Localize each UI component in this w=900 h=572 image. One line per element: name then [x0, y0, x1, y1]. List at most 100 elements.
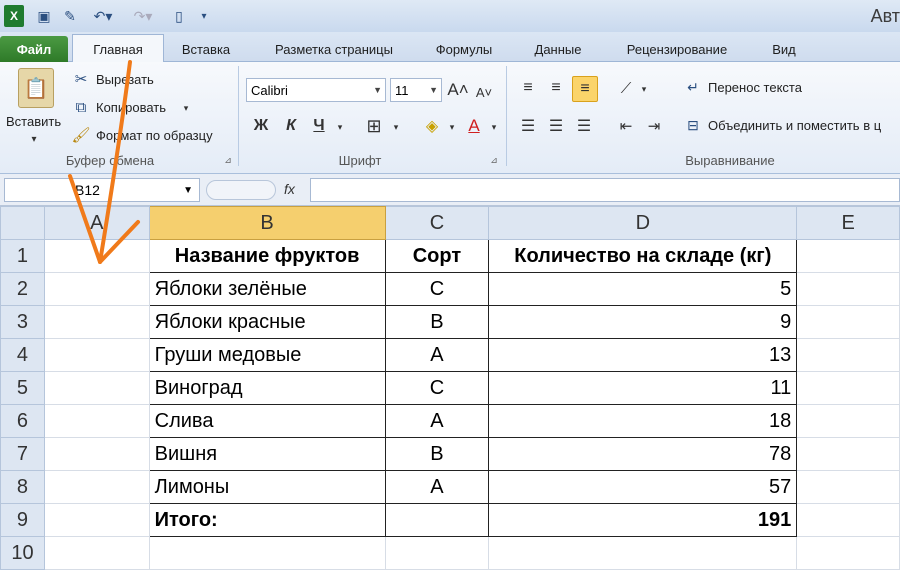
copy-button[interactable]: Копировать — [96, 100, 166, 115]
insert-function-icon[interactable]: fx — [284, 181, 295, 197]
underline-dropdown-icon[interactable]: ▾ — [334, 116, 346, 138]
underline-button[interactable]: Ч — [308, 114, 330, 138]
font-color-dropdown-icon[interactable]: ▾ — [488, 116, 500, 138]
row-header[interactable]: 1 — [0, 239, 45, 273]
cell-c7[interactable]: B — [384, 437, 490, 471]
cell-d3[interactable]: 9 — [488, 305, 798, 339]
cell-c3[interactable]: B — [384, 305, 490, 339]
cell-d4[interactable]: 13 — [488, 338, 798, 372]
tab-view[interactable]: Вид — [762, 36, 806, 62]
format-painter-icon[interactable]: 🖌 — [71, 126, 90, 144]
cell-a1[interactable] — [43, 239, 150, 273]
column-header-a[interactable]: A — [43, 206, 150, 240]
cell-d1[interactable]: Количество на складе (кг) — [488, 239, 798, 273]
decrease-indent-icon[interactable]: ⇤ — [614, 114, 638, 138]
dialog-launcher-icon[interactable]: ⊿ — [222, 154, 234, 166]
align-bottom-icon[interactable]: ≡ — [572, 76, 598, 102]
cell-c4[interactable]: A — [384, 338, 490, 372]
customize-toolbar-icon[interactable]: ▾ — [196, 5, 212, 27]
row-header[interactable]: 9 — [0, 503, 45, 537]
cell-e6[interactable] — [796, 404, 900, 438]
row-header[interactable]: 4 — [0, 338, 45, 372]
cell-b1[interactable]: Название фруктов — [148, 239, 386, 273]
cell-d2[interactable]: 5 — [488, 272, 798, 306]
align-left-icon[interactable]: ☰ — [516, 114, 540, 138]
cut-button[interactable]: Вырезать — [96, 72, 154, 87]
row-header[interactable]: 3 — [0, 305, 45, 339]
cell-a5[interactable] — [43, 371, 150, 405]
paste-dropdown-icon[interactable]: ▾ — [14, 132, 54, 146]
borders-icon[interactable]: ⊞ — [362, 114, 386, 138]
cell-b9[interactable]: Итого: — [148, 503, 386, 537]
cell-d8[interactable]: 57 — [488, 470, 798, 504]
column-header-c[interactable]: C — [384, 206, 490, 240]
cell-c6[interactable]: A — [384, 404, 490, 438]
tab-insert[interactable]: Вставка — [168, 36, 244, 62]
cell-d10[interactable] — [488, 536, 798, 570]
copy-dropdown-icon[interactable]: ▾ — [180, 100, 192, 116]
copy-icon[interactable]: ⧉ — [72, 98, 90, 116]
cell-c8[interactable]: A — [384, 470, 490, 504]
redo-icon[interactable]: ↷▾ — [130, 5, 156, 27]
cell-a6[interactable] — [43, 404, 150, 438]
cell-b2[interactable]: Яблоки зелёные — [148, 272, 386, 306]
cell-a7[interactable] — [43, 437, 150, 471]
cell-c2[interactable]: C — [384, 272, 490, 306]
cell-a8[interactable] — [43, 470, 150, 504]
cell-a4[interactable] — [43, 338, 150, 372]
cell-e5[interactable] — [796, 371, 900, 405]
tab-page-layout[interactable]: Разметка страницы — [258, 36, 410, 62]
align-right-icon[interactable]: ☰ — [572, 114, 596, 138]
cell-b5[interactable]: Виноград — [148, 371, 386, 405]
cell-c1[interactable]: Сорт — [384, 239, 490, 273]
formula-input[interactable] — [310, 178, 900, 202]
paste-button[interactable]: Вставить — [6, 114, 61, 129]
print-preview-icon[interactable]: ✎ — [60, 5, 80, 27]
cell-e3[interactable] — [796, 305, 900, 339]
cell-a3[interactable] — [43, 305, 150, 339]
row-header[interactable]: 10 — [0, 536, 45, 570]
tab-home[interactable]: Главная — [72, 34, 164, 63]
cell-e10[interactable] — [796, 536, 900, 570]
row-header[interactable]: 2 — [0, 272, 45, 306]
increase-indent-icon[interactable]: ⇥ — [642, 114, 666, 138]
cell-b6[interactable]: Слива — [148, 404, 386, 438]
orientation-dropdown-icon[interactable]: ▾ — [638, 78, 650, 100]
merge-center-button[interactable]: Объединить и поместить в ц — [708, 118, 900, 133]
cut-icon[interactable]: ✂ — [72, 70, 90, 88]
format-painter-button[interactable]: Формат по образцу — [96, 128, 213, 143]
font-size-combo[interactable]: 11 ▼ — [390, 78, 442, 102]
cell-b4[interactable]: Груши медовые — [148, 338, 386, 372]
font-color-icon[interactable]: A — [462, 114, 486, 138]
align-top-icon[interactable]: ≡ — [516, 76, 540, 100]
row-header[interactable]: 8 — [0, 470, 45, 504]
decrease-font-icon[interactable]: A˅ — [474, 80, 494, 104]
cell-d5[interactable]: 11 — [488, 371, 798, 405]
cell-c10[interactable] — [384, 536, 490, 570]
column-header-e[interactable]: E — [796, 206, 900, 240]
increase-font-icon[interactable]: A˄ — [447, 78, 468, 102]
cell-b10[interactable] — [148, 536, 386, 570]
cell-e2[interactable] — [796, 272, 900, 306]
cell-c9[interactable] — [384, 503, 490, 537]
undo-icon[interactable]: ↶▾ — [90, 5, 116, 27]
row-header[interactable]: 6 — [0, 404, 45, 438]
chevron-down-icon[interactable]: ▼ — [183, 185, 193, 196]
cell-e7[interactable] — [796, 437, 900, 471]
save-icon[interactable]: ▣ — [34, 5, 54, 27]
align-middle-icon[interactable]: ≡ — [544, 76, 568, 100]
wrap-text-icon[interactable]: ↵ — [682, 76, 704, 98]
cell-b7[interactable]: Вишня — [148, 437, 386, 471]
cell-e1[interactable] — [796, 239, 900, 273]
cell-e8[interactable] — [796, 470, 900, 504]
row-header[interactable]: 7 — [0, 437, 45, 471]
cell-a10[interactable] — [43, 536, 150, 570]
cell-d9[interactable]: 191 — [488, 503, 798, 537]
text-orientation-icon[interactable]: ⟋ — [614, 76, 638, 100]
tab-file[interactable]: Файл — [0, 36, 68, 62]
name-box[interactable]: B12 ▼ — [4, 178, 200, 202]
paste-icon[interactable]: 📋 — [18, 68, 54, 108]
new-document-icon[interactable]: ▯ — [170, 5, 188, 27]
cell-b8[interactable]: Лимоны — [148, 470, 386, 504]
cell-c5[interactable]: C — [384, 371, 490, 405]
